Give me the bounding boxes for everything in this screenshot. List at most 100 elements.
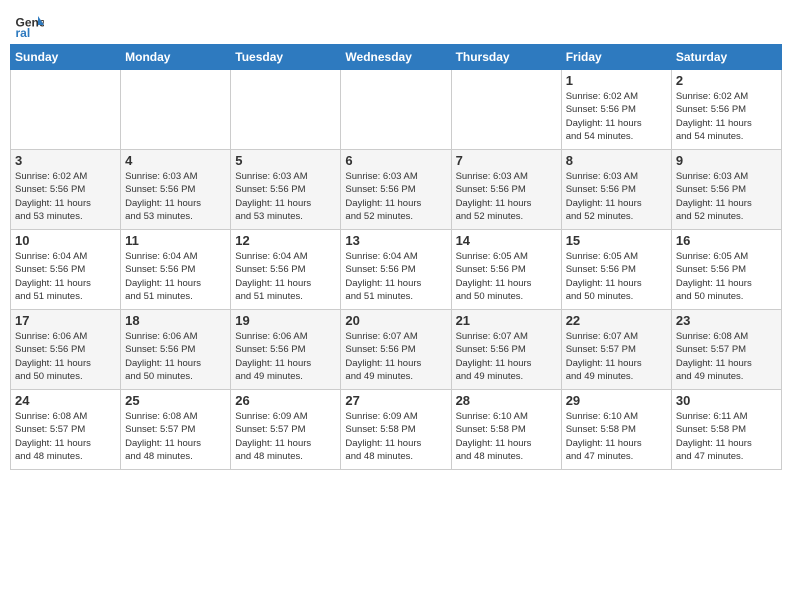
day-info: Sunrise: 6:02 AM Sunset: 5:56 PM Dayligh…: [566, 90, 667, 143]
calendar-cell: 17Sunrise: 6:06 AM Sunset: 5:56 PM Dayli…: [11, 310, 121, 390]
calendar-cell: 2 Sunrise: 6:02 AM Sunset: 5:56 PM Daylig…: [671, 70, 781, 150]
day-info: Sunrise: 6:07 AM Sunset: 5:56 PM Dayligh…: [345, 330, 446, 383]
day-number: 26: [235, 393, 336, 408]
day-info: Sunrise: 6:03 AM Sunset: 5:56 PM Dayligh…: [676, 170, 777, 223]
day-info: Sunrise: 6:04 AM Sunset: 5:56 PM Dayligh…: [15, 250, 116, 303]
day-info: Sunrise: 6:03 AM Sunset: 5:56 PM Dayligh…: [456, 170, 557, 223]
calendar-cell: 3 Sunrise: 6:02 AM Sunset: 5:56 PM Daylig…: [11, 150, 121, 230]
calendar-cell: 11 Sunrise: 6:04 AM Sunset: 5:56 PM Dayli…: [121, 230, 231, 310]
calendar-cell: 8 Sunrise: 6:03 AM Sunset: 5:56 PM Daylig…: [561, 150, 671, 230]
day-number: 17: [15, 313, 116, 328]
calendar-cell: 22 Sunrise: 6:07 AM Sunset: 5:57 PM Dayli…: [561, 310, 671, 390]
day-info: Sunrise: 6:02 AM Sunset: 5:56 PM Dayligh…: [15, 170, 116, 223]
calendar-cell: 19 Sunrise: 6:06 AM Sunset: 5:56 PM Dayli…: [231, 310, 341, 390]
weekday-header-tuesday: Tuesday: [231, 45, 341, 70]
calendar-cell: [11, 70, 121, 150]
day-number: 18: [125, 313, 226, 328]
weekday-header-wednesday: Wednesday: [341, 45, 451, 70]
calendar-cell: [121, 70, 231, 150]
day-info: Sunrise: 6:05 AM Sunset: 5:56 PM Dayligh…: [566, 250, 667, 303]
calendar-cell: 7 Sunrise: 6:03 AM Sunset: 5:56 PM Daylig…: [451, 150, 561, 230]
calendar-table: SundayMondayTuesdayWednesdayThursdayFrid…: [10, 44, 782, 470]
calendar-cell: 24 Sunrise: 6:08 AM Sunset: 5:57 PM Dayli…: [11, 390, 121, 470]
day-info: Sunrise: 6:06 AM Sunset: 5:56 PM Dayligh…: [125, 330, 226, 383]
calendar-cell: 29 Sunrise: 6:10 AM Sunset: 5:58 PM Dayli…: [561, 390, 671, 470]
calendar-cell: 25 Sunrise: 6:08 AM Sunset: 5:57 PM Dayli…: [121, 390, 231, 470]
day-number: 12: [235, 233, 336, 248]
day-info: Sunrise: 6:02 AM Sunset: 5:56 PM Dayligh…: [676, 90, 777, 143]
day-info: Sunrise: 6:03 AM Sunset: 5:56 PM Dayligh…: [566, 170, 667, 223]
calendar-cell: 27 Sunrise: 6:09 AM Sunset: 5:58 PM Dayli…: [341, 390, 451, 470]
calendar-week-row: 17 Sunrise: 6:06 AM Sunset: 5:56 PM Dayli…: [11, 310, 782, 390]
calendar-cell: 9Sunrise: 6:03 AM Sunset: 5:56 PM Daylig…: [671, 150, 781, 230]
day-info: Sunrise: 6:03 AM Sunset: 5:56 PM Dayligh…: [125, 170, 226, 223]
day-info: Sunrise: 6:10 AM Sunset: 5:58 PM Dayligh…: [456, 410, 557, 463]
logo: Gene ral: [14, 10, 46, 40]
day-number: 2: [676, 73, 777, 88]
calendar-cell: 18 Sunrise: 6:06 AM Sunset: 5:56 PM Dayli…: [121, 310, 231, 390]
day-info: Sunrise: 6:04 AM Sunset: 5:56 PM Dayligh…: [125, 250, 226, 303]
day-number: 4: [125, 153, 226, 168]
calendar-cell: 26 Sunrise: 6:09 AM Sunset: 5:57 PM Dayli…: [231, 390, 341, 470]
day-info: Sunrise: 6:09 AM Sunset: 5:58 PM Dayligh…: [345, 410, 446, 463]
day-number: 6: [345, 153, 446, 168]
weekday-header-saturday: Saturday: [671, 45, 781, 70]
calendar-cell: 1 Sunrise: 6:02 AM Sunset: 5:56 PM Daylig…: [561, 70, 671, 150]
day-number: 21: [456, 313, 557, 328]
day-info: Sunrise: 6:08 AM Sunset: 5:57 PM Dayligh…: [125, 410, 226, 463]
day-number: 23: [676, 313, 777, 328]
calendar-cell: 13Sunrise: 6:04 AM Sunset: 5:56 PM Dayli…: [341, 230, 451, 310]
day-number: 30: [676, 393, 777, 408]
calendar-week-row: 3 Sunrise: 6:02 AM Sunset: 5:56 PM Daylig…: [11, 150, 782, 230]
calendar-cell: 14Sunrise: 6:05 AM Sunset: 5:56 PM Dayli…: [451, 230, 561, 310]
day-number: 13: [345, 233, 446, 248]
day-number: 10: [15, 233, 116, 248]
day-number: 22: [566, 313, 667, 328]
page-header: Gene ral: [10, 10, 782, 40]
day-number: 7: [456, 153, 557, 168]
calendar-cell: 6 Sunrise: 6:03 AM Sunset: 5:56 PM Daylig…: [341, 150, 451, 230]
calendar-cell: 5Sunrise: 6:03 AM Sunset: 5:56 PM Daylig…: [231, 150, 341, 230]
day-info: Sunrise: 6:11 AM Sunset: 5:58 PM Dayligh…: [676, 410, 777, 463]
weekday-header-monday: Monday: [121, 45, 231, 70]
calendar-cell: 20 Sunrise: 6:07 AM Sunset: 5:56 PM Dayli…: [341, 310, 451, 390]
day-number: 1: [566, 73, 667, 88]
calendar-week-row: 1 Sunrise: 6:02 AM Sunset: 5:56 PM Daylig…: [11, 70, 782, 150]
day-info: Sunrise: 6:07 AM Sunset: 5:57 PM Dayligh…: [566, 330, 667, 383]
day-number: 11: [125, 233, 226, 248]
calendar-cell: [451, 70, 561, 150]
weekday-header-friday: Friday: [561, 45, 671, 70]
svg-text:ral: ral: [16, 26, 31, 40]
day-info: Sunrise: 6:03 AM Sunset: 5:56 PM Dayligh…: [235, 170, 336, 223]
day-number: 25: [125, 393, 226, 408]
calendar-cell: 30 Sunrise: 6:11 AM Sunset: 5:58 PM Dayli…: [671, 390, 781, 470]
day-number: 15: [566, 233, 667, 248]
day-number: 3: [15, 153, 116, 168]
calendar-cell: [341, 70, 451, 150]
logo-icon: Gene ral: [14, 10, 44, 40]
day-info: Sunrise: 6:06 AM Sunset: 5:56 PM Dayligh…: [235, 330, 336, 383]
calendar-cell: 10 Sunrise: 6:04 AM Sunset: 5:56 PM Dayli…: [11, 230, 121, 310]
day-info: Sunrise: 6:04 AM Sunset: 5:56 PM Dayligh…: [235, 250, 336, 303]
day-info: Sunrise: 6:07 AM Sunset: 5:56 PM Dayligh…: [456, 330, 557, 383]
day-number: 8: [566, 153, 667, 168]
day-info: Sunrise: 6:10 AM Sunset: 5:58 PM Dayligh…: [566, 410, 667, 463]
weekday-header-sunday: Sunday: [11, 45, 121, 70]
calendar-cell: 23Sunrise: 6:08 AM Sunset: 5:57 PM Dayli…: [671, 310, 781, 390]
calendar-week-row: 10 Sunrise: 6:04 AM Sunset: 5:56 PM Dayli…: [11, 230, 782, 310]
day-number: 29: [566, 393, 667, 408]
day-info: Sunrise: 6:09 AM Sunset: 5:57 PM Dayligh…: [235, 410, 336, 463]
day-number: 28: [456, 393, 557, 408]
day-info: Sunrise: 6:08 AM Sunset: 5:57 PM Dayligh…: [15, 410, 116, 463]
day-number: 19: [235, 313, 336, 328]
calendar-cell: 12 Sunrise: 6:04 AM Sunset: 5:56 PM Dayli…: [231, 230, 341, 310]
day-info: Sunrise: 6:03 AM Sunset: 5:56 PM Dayligh…: [345, 170, 446, 223]
day-number: 20: [345, 313, 446, 328]
day-number: 27: [345, 393, 446, 408]
calendar-week-row: 24 Sunrise: 6:08 AM Sunset: 5:57 PM Dayli…: [11, 390, 782, 470]
calendar-cell: [231, 70, 341, 150]
day-number: 24: [15, 393, 116, 408]
weekday-header-row: SundayMondayTuesdayWednesdayThursdayFrid…: [11, 45, 782, 70]
weekday-header-thursday: Thursday: [451, 45, 561, 70]
calendar-cell: 28 Sunrise: 6:10 AM Sunset: 5:58 PM Dayli…: [451, 390, 561, 470]
